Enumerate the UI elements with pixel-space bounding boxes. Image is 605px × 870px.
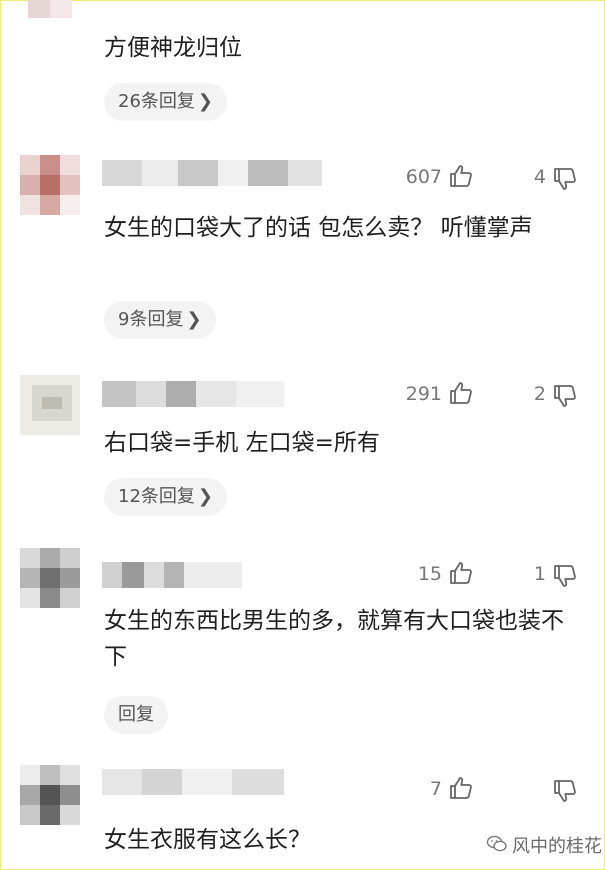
username-blurred [102,562,242,588]
thumbs-up-icon[interactable] [448,560,474,586]
chevron-right-icon: ❯ [197,91,213,112]
like-count: 607 [405,166,442,188]
dislike-count: 4 [533,166,546,188]
wechat-icon [486,834,508,854]
reply-count-button[interactable]: 12条回复 ❯ [104,478,227,516]
username-blurred [102,769,284,795]
reply-count-button[interactable]: 26条回复 ❯ [104,83,227,121]
thumbs-up-icon[interactable] [448,380,474,406]
comment-text: 女生的口袋大了的话 包怎么卖？ 听懂掌声 [104,215,533,241]
avatar[interactable] [20,0,80,18]
like-count: 291 [405,383,442,405]
chevron-right-icon: ❯ [186,309,202,330]
thumbs-down-icon[interactable] [552,383,578,409]
like-count: 15 [417,563,442,585]
avatar[interactable] [20,548,80,608]
dislike-count: 1 [533,563,546,585]
comment-text: 右口袋=手机 左口袋=所有 [104,430,380,456]
username-blurred [102,381,284,407]
watermark-text: 风中的桂花 [512,836,602,857]
chevron-right-icon: ❯ [197,486,213,507]
like-count: 7 [429,778,442,800]
thumbs-down-icon[interactable] [552,166,578,192]
comment-text: 方便神龙归位 [104,35,242,61]
thumbs-up-icon[interactable] [448,163,474,189]
username-blurred [102,160,322,186]
thumbs-down-icon[interactable] [552,778,578,804]
thumbs-up-icon[interactable] [448,775,474,801]
thumbs-down-icon[interactable] [552,563,578,589]
comment-text: 女生的东西比男生的多，就算有大口袋也装不下 [104,608,564,670]
avatar[interactable] [20,155,80,215]
avatar[interactable] [20,765,80,825]
reply-count-button[interactable]: 9条回复 ❯ [104,301,216,339]
avatar[interactable] [20,375,80,435]
dislike-count: 2 [533,383,546,405]
reply-button[interactable]: 回复 [104,696,168,734]
